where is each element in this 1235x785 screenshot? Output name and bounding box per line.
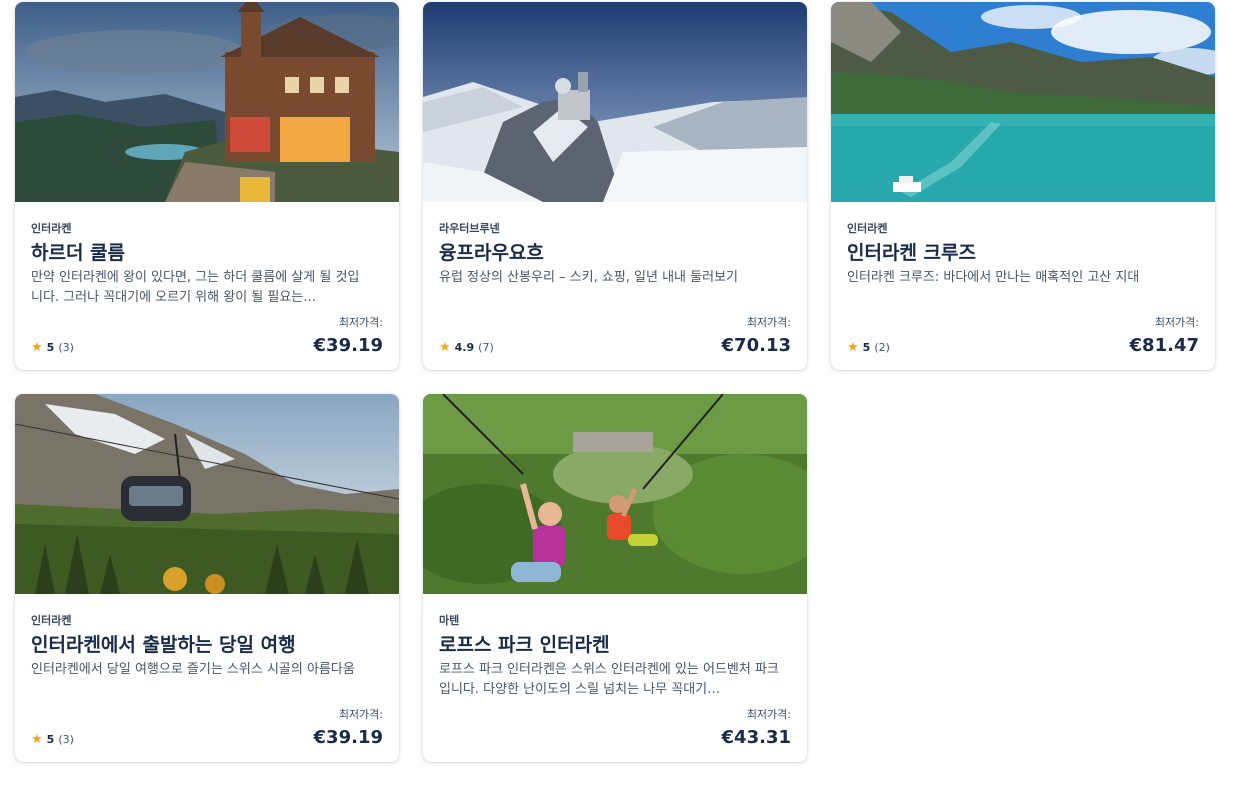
card-rating: ★ 4.9 (7) [439, 340, 494, 355]
card-location: 라우터브루넨 [439, 222, 500, 235]
card-price: €81.47 [1129, 335, 1199, 356]
review-count: (3) [58, 341, 74, 354]
card-location: 마텐 [439, 614, 460, 627]
card-price: €43.31 [721, 727, 791, 748]
activity-photo [423, 394, 807, 594]
card-rating: ★ 5 (2) [847, 340, 890, 355]
card-description: 로프스 파크 인터라켄은 스위스 인터라켄에 있는 어드벤처 파크입니다. 다양… [439, 662, 779, 697]
rating-score: 4.9 [454, 341, 475, 354]
star-icon: ★ [31, 732, 43, 747]
card-rating: ★ 5 (3) [31, 732, 74, 747]
price-label: 최저가격: [1154, 316, 1199, 329]
activity-photo [15, 394, 399, 594]
card-location: 인터라켄 [31, 222, 72, 235]
star-icon: ★ [439, 340, 451, 355]
price-label: 최저가격: [746, 708, 791, 721]
card-price: €39.19 [313, 335, 383, 356]
card-title[interactable]: 로프스 파크 인터라켄 [439, 630, 610, 657]
card-rating: ★ 5 (3) [31, 340, 74, 355]
card-price: €39.19 [313, 727, 383, 748]
activity-photo [831, 2, 1215, 202]
review-count: (3) [58, 733, 74, 746]
card-price: €70.13 [721, 335, 791, 356]
review-count: (7) [478, 341, 494, 354]
card-location: 인터라켄 [31, 614, 72, 627]
price-label: 최저가격: [746, 316, 791, 329]
card-description: 인터라켄에서 당일 여행으로 즐기는 스위스 시골의 아름다움 [31, 662, 355, 677]
activity-card-day-trip[interactable]: 인터라켄 인터라켄에서 출발하는 당일 여행 인터라켄에서 당일 여행으로 즐기… [15, 394, 399, 762]
price-label: 최저가격: [338, 316, 383, 329]
activity-photo [423, 2, 807, 202]
activity-card-harder-kulm[interactable]: 인터라켄 하르더 쿨름 만약 인터라켄에 왕이 있다면, 그는 하더 쿨름에 살… [15, 2, 399, 370]
star-icon: ★ [31, 340, 43, 355]
price-label: 최저가격: [338, 708, 383, 721]
card-location: 인터라켄 [847, 222, 888, 235]
card-title[interactable]: 인터라켄 크루즈 [847, 238, 976, 265]
card-description: 인터라켄 크루즈: 바다에서 만나는 매혹적인 고산 지대 [847, 270, 1140, 285]
rating-score: 5 [46, 733, 55, 746]
rating-score: 5 [862, 341, 871, 354]
activity-card-interlaken-cruise[interactable]: 인터라켄 인터라켄 크루즈 인터라켄 크루즈: 바다에서 만나는 매혹적인 고산… [831, 2, 1215, 370]
activity-card-ropes-park[interactable]: 마텐 로프스 파크 인터라켄 로프스 파크 인터라켄은 스위스 인터라켄에 있는… [423, 394, 807, 762]
activity-photo [15, 2, 399, 202]
card-title[interactable]: 융프라우요흐 [439, 238, 544, 265]
card-title[interactable]: 인터라켄에서 출발하는 당일 여행 [31, 630, 296, 657]
card-description: 유럽 정상의 산봉우리 – 스키, 쇼핑, 일년 내내 둘러보기 [439, 270, 738, 285]
review-count: (2) [874, 341, 890, 354]
star-icon: ★ [847, 340, 859, 355]
card-title[interactable]: 하르더 쿨름 [31, 238, 125, 265]
card-description: 만약 인터라켄에 왕이 있다면, 그는 하더 쿨름에 살게 될 것입니다. 그러… [31, 270, 360, 305]
activity-card-jungfraujoch[interactable]: 라우터브루넨 융프라우요흐 유럽 정상의 산봉우리 – 스키, 쇼핑, 일년 내… [423, 2, 807, 370]
rating-score: 5 [46, 341, 55, 354]
